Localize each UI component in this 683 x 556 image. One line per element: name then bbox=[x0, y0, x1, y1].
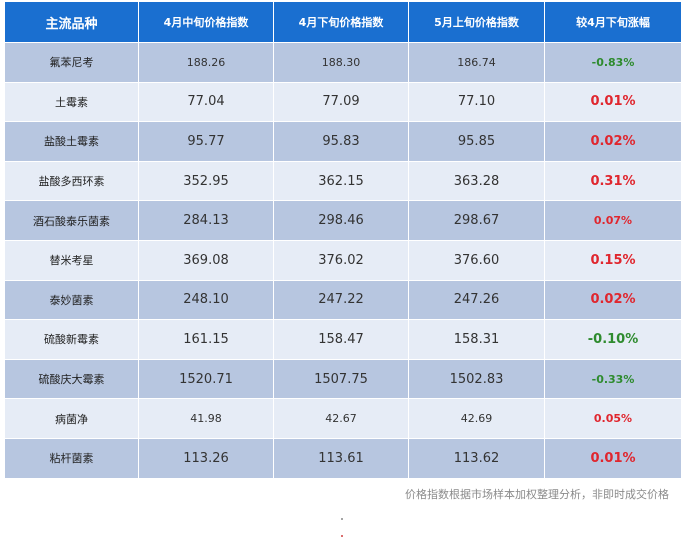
price-table-wrapper: 主流品种 4月中旬价格指数 4月下旬价格指数 5月上旬价格指数 较4月下旬涨幅 … bbox=[4, 1, 682, 479]
table-row: 硫酸庆大霉素 1520.71 1507.75 1502.83 -0.33% bbox=[4, 358, 682, 400]
variety-name-cell: 酒石酸泰乐菌素 bbox=[4, 200, 139, 241]
change-cell: -0.83% bbox=[544, 42, 682, 83]
variety-name-cell: 氟苯尼考 bbox=[4, 42, 139, 83]
late-april-index-cell: 376.02 bbox=[273, 239, 409, 281]
table-row: 粘杆菌素 113.26 113.61 113.62 0.01% bbox=[4, 437, 682, 479]
change-cell: 0.31% bbox=[544, 160, 682, 202]
footnote: 价格指数根据市场样本加权整理分析，非即时成交价格 bbox=[405, 488, 669, 501]
variety-name-cell: 硫酸庆大霉素 bbox=[4, 358, 139, 400]
late-april-index-cell: 77.09 bbox=[273, 81, 409, 123]
variety-name-cell: 病菌净 bbox=[4, 398, 139, 439]
early-may-index-cell: 158.31 bbox=[408, 319, 545, 360]
variety-name-cell: 泰妙菌素 bbox=[4, 279, 139, 321]
early-may-index-cell: 77.10 bbox=[408, 81, 545, 123]
mid-april-index-cell: 352.95 bbox=[138, 160, 274, 202]
table-row: 酒石酸泰乐菌素 284.13 298.46 298.67 0.07% bbox=[4, 200, 682, 241]
table-row: 盐酸多西环素 352.95 362.15 363.28 0.31% bbox=[4, 160, 682, 202]
price-index-table: 主流品种 4月中旬价格指数 4月下旬价格指数 5月上旬价格指数 较4月下旬涨幅 … bbox=[4, 1, 682, 479]
late-april-index-cell: 247.22 bbox=[273, 279, 409, 321]
mid-april-index-cell: 113.26 bbox=[138, 437, 274, 479]
table-row: 病菌净 41.98 42.67 42.69 0.05% bbox=[4, 398, 682, 439]
table-row: 硫酸新霉素 161.15 158.47 158.31 -0.10% bbox=[4, 319, 682, 360]
mid-april-index-cell: 95.77 bbox=[138, 121, 274, 162]
decorative-dot bbox=[341, 535, 343, 537]
change-cell: 0.07% bbox=[544, 200, 682, 241]
early-may-index-cell: 186.74 bbox=[408, 42, 545, 83]
change-cell: 0.02% bbox=[544, 279, 682, 321]
late-april-index-cell: 95.83 bbox=[273, 121, 409, 162]
late-april-index-cell: 42.67 bbox=[273, 398, 409, 439]
header-late-april-index: 4月下旬价格指数 bbox=[273, 1, 409, 43]
late-april-index-cell: 158.47 bbox=[273, 319, 409, 360]
header-early-may-index: 5月上旬价格指数 bbox=[408, 1, 545, 43]
late-april-index-cell: 1507.75 bbox=[273, 358, 409, 400]
change-cell: 0.01% bbox=[544, 437, 682, 479]
table-row: 盐酸土霉素 95.77 95.83 95.85 0.02% bbox=[4, 121, 682, 162]
variety-name-cell: 盐酸多西环素 bbox=[4, 160, 139, 202]
mid-april-index-cell: 41.98 bbox=[138, 398, 274, 439]
table-row: 替米考星 369.08 376.02 376.60 0.15% bbox=[4, 239, 682, 281]
change-cell: 0.01% bbox=[544, 81, 682, 123]
header-mid-april-index: 4月中旬价格指数 bbox=[138, 1, 274, 43]
variety-name-cell: 粘杆菌素 bbox=[4, 437, 139, 479]
late-april-index-cell: 298.46 bbox=[273, 200, 409, 241]
variety-name-cell: 替米考星 bbox=[4, 239, 139, 281]
early-may-index-cell: 95.85 bbox=[408, 121, 545, 162]
late-april-index-cell: 188.30 bbox=[273, 42, 409, 83]
change-cell: 0.05% bbox=[544, 398, 682, 439]
early-may-index-cell: 247.26 bbox=[408, 279, 545, 321]
early-may-index-cell: 42.69 bbox=[408, 398, 545, 439]
change-cell: 0.15% bbox=[544, 239, 682, 281]
mid-april-index-cell: 77.04 bbox=[138, 81, 274, 123]
change-cell: 0.02% bbox=[544, 121, 682, 162]
header-change-vs-late-april: 较4月下旬涨幅 bbox=[544, 1, 682, 43]
variety-name-cell: 盐酸土霉素 bbox=[4, 121, 139, 162]
table-row: 土霉素 77.04 77.09 77.10 0.01% bbox=[4, 81, 682, 123]
mid-april-index-cell: 248.10 bbox=[138, 279, 274, 321]
table-header-row: 主流品种 4月中旬价格指数 4月下旬价格指数 5月上旬价格指数 较4月下旬涨幅 bbox=[4, 1, 682, 43]
change-cell: -0.33% bbox=[544, 358, 682, 400]
variety-name-cell: 硫酸新霉素 bbox=[4, 319, 139, 360]
early-may-index-cell: 376.60 bbox=[408, 239, 545, 281]
mid-april-index-cell: 369.08 bbox=[138, 239, 274, 281]
early-may-index-cell: 1502.83 bbox=[408, 358, 545, 400]
late-april-index-cell: 362.15 bbox=[273, 160, 409, 202]
variety-name-cell: 土霉素 bbox=[4, 81, 139, 123]
early-may-index-cell: 113.62 bbox=[408, 437, 545, 479]
early-may-index-cell: 363.28 bbox=[408, 160, 545, 202]
mid-april-index-cell: 188.26 bbox=[138, 42, 274, 83]
header-variety: 主流品种 bbox=[4, 1, 139, 43]
table-row: 泰妙菌素 248.10 247.22 247.26 0.02% bbox=[4, 279, 682, 321]
decorative-dot bbox=[341, 518, 343, 520]
table-row: 氟苯尼考 188.26 188.30 186.74 -0.83% bbox=[4, 42, 682, 83]
late-april-index-cell: 113.61 bbox=[273, 437, 409, 479]
table-body: 氟苯尼考 188.26 188.30 186.74 -0.83% 土霉素 77.04 77.0… bbox=[4, 42, 682, 479]
change-cell: -0.10% bbox=[544, 319, 682, 360]
mid-april-index-cell: 161.15 bbox=[138, 319, 274, 360]
mid-april-index-cell: 284.13 bbox=[138, 200, 274, 241]
mid-april-index-cell: 1520.71 bbox=[138, 358, 274, 400]
early-may-index-cell: 298.67 bbox=[408, 200, 545, 241]
